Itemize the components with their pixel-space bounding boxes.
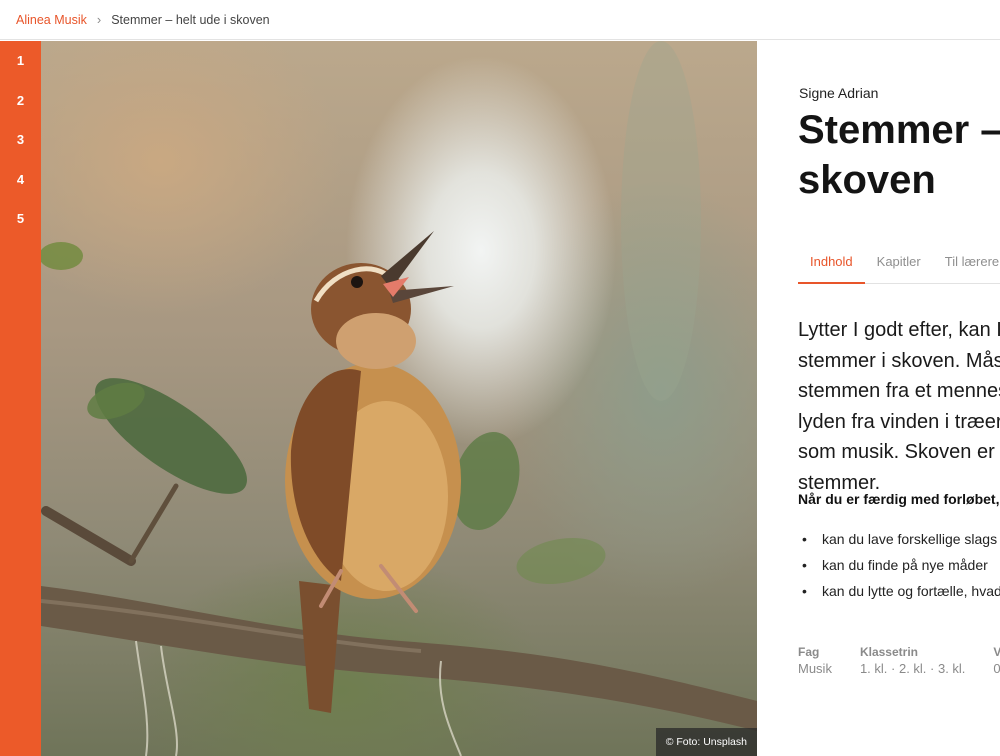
breadcrumb-home-link[interactable]: Alinea Musik [16,13,87,27]
author-name: Signe Adrian [799,85,879,101]
tab-kapitler[interactable]: Kapitler [865,253,933,282]
course-meta: Fag Musik Klassetrin 1. kl. · 2. kl. · 3… [798,645,1000,676]
meta-subject: Fag Musik [798,645,832,676]
list-item: kan du lytte og fortælle, hvad du hører [798,583,1000,609]
breadcrumb-current: Stemmer – helt ude i skoven [111,12,270,27]
meta-label: Klassetrin [859,645,918,659]
bird-illustration [41,41,757,756]
chapter-link-1[interactable]: 1 [0,45,41,75]
chapter-rail: 1 2 3 4 5 [0,41,41,756]
list-item: kan du lave forskellige slags lyde [798,531,1000,557]
list-item: kan du finde på nye måder [798,557,1000,583]
chevron-right-icon: › [96,12,102,27]
meta-value: Musik [798,661,832,676]
goals-list: kan du lave forskellige slags lyde kan d… [798,531,1000,609]
meta-extra: V 0 [993,645,1000,676]
breadcrumb: Alinea Musik › Stemmer – helt ude i skov… [0,0,1000,40]
page-title: Stemmer – helt ude i skoven [798,108,1000,202]
meta-grade: Klassetrin 1. kl. · 2. kl. · 3. kl. [860,645,965,676]
hero-photo: © Foto: Unsplash [41,41,757,756]
meta-value: 1. kl. · 2. kl. · 3. kl. [859,661,966,676]
content-panel: Signe Adrian Stemmer – helt ude i skoven… [757,41,1000,756]
meta-label: V [993,645,1000,659]
meta-value: 0 [993,661,1000,676]
goals-heading: Når du er færdig med forløbet, [798,491,1000,507]
chapter-link-2[interactable]: 2 [0,85,41,115]
tab-indhold[interactable]: Indhold [798,253,865,284]
tab-bar: Indhold Kapitler Til læreren [798,253,1000,284]
chapter-link-3[interactable]: 3 [0,124,41,154]
intro-text: Lytter I godt efter, kan I høre mange fo… [798,319,1000,494]
photo-credit: © Foto: Unsplash [655,728,757,756]
tab-til-laereren[interactable]: Til læreren [933,253,1000,282]
chapter-link-5[interactable]: 5 [0,203,41,233]
meta-label: Fag [798,645,820,659]
chapter-link-4[interactable]: 4 [0,164,41,194]
